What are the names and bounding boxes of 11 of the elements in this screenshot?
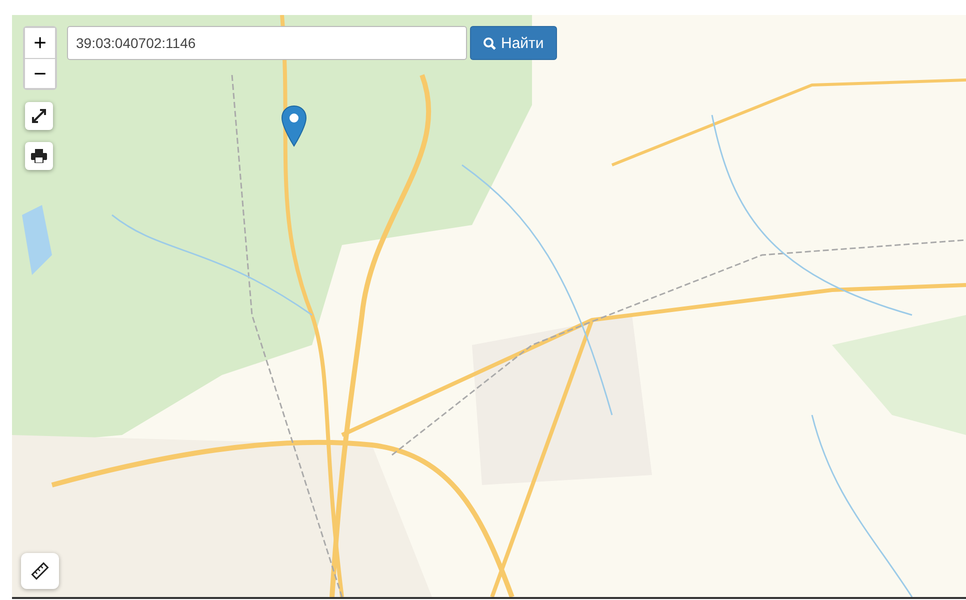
search-button[interactable]: Найти (470, 26, 557, 60)
search-icon (483, 36, 496, 50)
expand-arrows-icon (32, 109, 46, 123)
printer-icon (31, 149, 47, 163)
map-marker-icon[interactable] (281, 105, 307, 147)
fullscreen-button[interactable] (25, 102, 53, 130)
print-button[interactable] (25, 142, 53, 170)
ruler-icon (31, 562, 49, 580)
search-field[interactable]: 39:03:040702:1146 (67, 26, 467, 60)
zoom-out-button[interactable]: − (25, 58, 55, 88)
ruler-button[interactable] (21, 553, 59, 589)
